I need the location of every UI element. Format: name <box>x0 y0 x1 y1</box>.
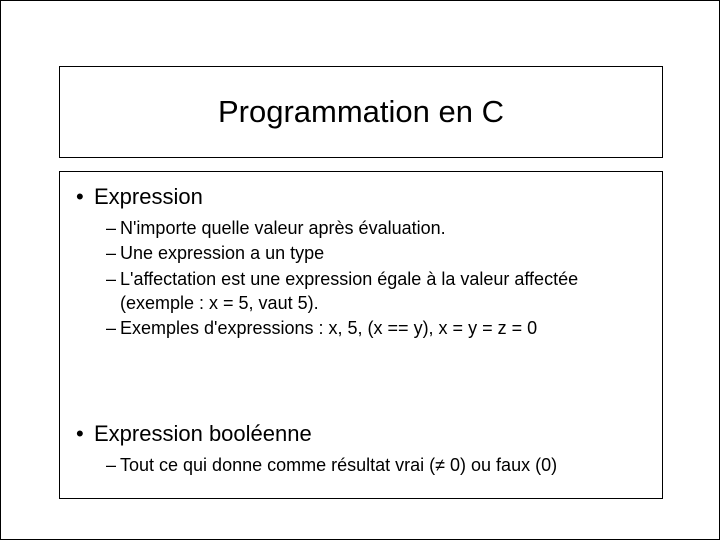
section-heading-text: Expression booléenne <box>94 421 312 447</box>
section-heading-text: Expression <box>94 184 203 210</box>
list-item-text: Tout ce qui donne comme résultat vrai (≠… <box>120 453 646 477</box>
section-heading: • Expression <box>76 184 646 210</box>
content-box: • Expression – N'importe quelle valeur a… <box>59 171 663 499</box>
dash-icon: – <box>106 453 120 477</box>
list-item: – Tout ce qui donne comme résultat vrai … <box>106 453 646 477</box>
slide: Programmation en C • Expression – N'impo… <box>0 0 720 540</box>
dash-icon: – <box>106 241 120 265</box>
list-item-text: Une expression a un type <box>120 241 646 265</box>
spacer <box>76 341 646 419</box>
list-item-text: N'importe quelle valeur après évaluation… <box>120 216 646 240</box>
list-item: – L'affectation est une expression égale… <box>106 267 646 316</box>
list-item: – N'importe quelle valeur après évaluati… <box>106 216 646 240</box>
section-heading: • Expression booléenne <box>76 421 646 447</box>
list-item: – Une expression a un type <box>106 241 646 265</box>
dash-icon: – <box>106 267 120 316</box>
list-item-text: L'affectation est une expression égale à… <box>120 267 646 316</box>
dash-icon: – <box>106 216 120 240</box>
slide-title: Programmation en C <box>218 94 504 130</box>
list-item: – Exemples d'expressions : x, 5, (x == y… <box>106 316 646 340</box>
list-item-text: Exemples d'expressions : x, 5, (x == y),… <box>120 316 646 340</box>
dash-icon: – <box>106 316 120 340</box>
title-box: Programmation en C <box>59 66 663 158</box>
bullet-icon: • <box>76 184 94 210</box>
bullet-icon: • <box>76 421 94 447</box>
